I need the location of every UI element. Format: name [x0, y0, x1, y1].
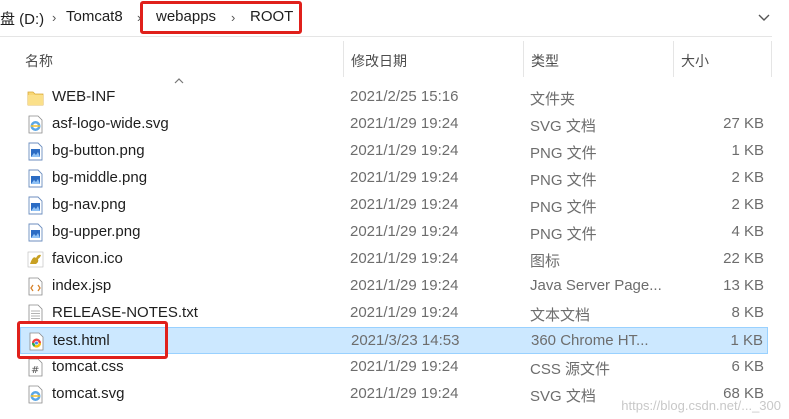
file-type: 文本文档 [530, 307, 591, 324]
column-divider[interactable] [343, 41, 344, 77]
file-name: tomcat.css [52, 358, 124, 375]
file-name: bg-middle.png [52, 169, 148, 186]
column-divider[interactable] [523, 41, 524, 77]
file-name: WEB-INF [52, 88, 116, 105]
breadcrumb-drive[interactable]: 盘 (D:) [0, 8, 44, 29]
chevron-down-icon[interactable] [757, 10, 771, 24]
column-size[interactable]: 大小 [681, 51, 709, 71]
file-row[interactable]: bg-upper.png 2021/1/29 19:24 PNG 文件 4 KB [20, 219, 768, 246]
file-size: 6 KB [731, 358, 764, 375]
file-size: 13 KB [723, 277, 764, 294]
svg-file-icon [27, 115, 44, 134]
column-date[interactable]: 修改日期 [351, 51, 407, 71]
file-row[interactable]: bg-nav.png 2021/1/29 19:24 PNG 文件 2 KB [20, 192, 768, 219]
file-type: 360 Chrome HT... [531, 332, 649, 349]
jsp-file-icon [27, 277, 44, 296]
file-date: 2021/2/25 15:16 [350, 88, 459, 105]
file-date: 2021/1/29 19:24 [350, 277, 459, 294]
file-type: 文件夹 [530, 91, 576, 108]
image-file-icon [27, 142, 44, 161]
file-row[interactable]: bg-button.png 2021/1/29 19:24 PNG 文件 1 KB [20, 138, 768, 165]
file-date: 2021/1/29 19:24 [350, 250, 459, 267]
image-file-icon [27, 196, 44, 215]
file-size: 2 KB [731, 169, 764, 186]
file-size: 1 KB [730, 332, 763, 349]
file-type: 图标 [530, 253, 561, 270]
file-date: 2021/1/29 19:24 [350, 304, 459, 321]
file-type: PNG 文件 [530, 172, 597, 189]
file-type: Java Server Page... [530, 277, 662, 294]
file-name: index.jsp [52, 277, 112, 294]
file-name: bg-nav.png [52, 196, 126, 213]
file-size: 27 KB [723, 115, 764, 132]
file-row[interactable]: bg-middle.png 2021/1/29 19:24 PNG 文件 2 KB [20, 165, 768, 192]
file-name: asf-logo-wide.svg [52, 115, 169, 132]
file-size: 22 KB [723, 250, 764, 267]
folder-icon [27, 88, 44, 107]
css-file-icon: # [27, 358, 44, 377]
file-size: 4 KB [731, 223, 764, 240]
file-row[interactable]: index.jsp 2021/1/29 19:24 Java Server Page… [20, 273, 768, 300]
file-type: CSS 源文件 [530, 361, 611, 378]
highlight-box-breadcrumb [140, 1, 302, 34]
file-date: 2021/3/23 14:53 [351, 332, 460, 349]
highlight-box-file [17, 321, 168, 359]
file-size: 1 KB [731, 142, 764, 159]
file-name: bg-upper.png [52, 223, 141, 240]
file-date: 2021/1/29 19:24 [350, 169, 459, 186]
file-type: SVG 文档 [530, 118, 596, 135]
file-type: SVG 文档 [530, 388, 596, 405]
file-date: 2021/1/29 19:24 [350, 142, 459, 159]
file-type: PNG 文件 [530, 226, 597, 243]
svg-text:#: # [31, 365, 39, 376]
file-date: 2021/1/29 19:24 [350, 115, 459, 132]
column-header: 名称 修改日期 类型 大小 [0, 37, 789, 84]
svg-file-icon [27, 385, 44, 404]
file-type: PNG 文件 [530, 199, 597, 216]
file-name: tomcat.svg [52, 385, 125, 402]
file-name: favicon.ico [52, 250, 123, 267]
image-file-icon [27, 223, 44, 242]
file-name: RELEASE-NOTES.txt [52, 304, 198, 321]
column-divider[interactable] [673, 41, 674, 77]
address-bar[interactable]: 盘 (D:) › Tomcat8 › webapps › ROOT [0, 0, 789, 37]
file-date: 2021/1/29 19:24 [350, 358, 459, 375]
chevron-right-icon[interactable]: › [52, 10, 56, 25]
image-file-icon [27, 169, 44, 188]
file-type: PNG 文件 [530, 145, 597, 162]
file-row[interactable]: asf-logo-wide.svg 2021/1/29 19:24 SVG 文档 27… [20, 111, 768, 138]
column-name[interactable]: 名称 [25, 51, 53, 71]
file-row[interactable]: WEB-INF 2021/2/25 15:16 文件夹 [20, 84, 768, 111]
file-date: 2021/1/29 19:24 [350, 196, 459, 213]
file-name: bg-button.png [52, 142, 145, 159]
file-size: 8 KB [731, 304, 764, 321]
file-date: 2021/1/29 19:24 [350, 385, 459, 402]
column-type[interactable]: 类型 [531, 51, 559, 71]
tomcat-ico-icon [27, 250, 44, 269]
watermark: https://blog.csdn.net/..._300 [621, 398, 781, 413]
scrollbar[interactable] [772, 36, 789, 419]
file-size: 2 KB [731, 196, 764, 213]
file-date: 2021/1/29 19:24 [350, 223, 459, 240]
breadcrumb-tomcat8[interactable]: Tomcat8 [66, 8, 123, 25]
file-row[interactable]: favicon.ico 2021/1/29 19:24 图标 22 KB [20, 246, 768, 273]
